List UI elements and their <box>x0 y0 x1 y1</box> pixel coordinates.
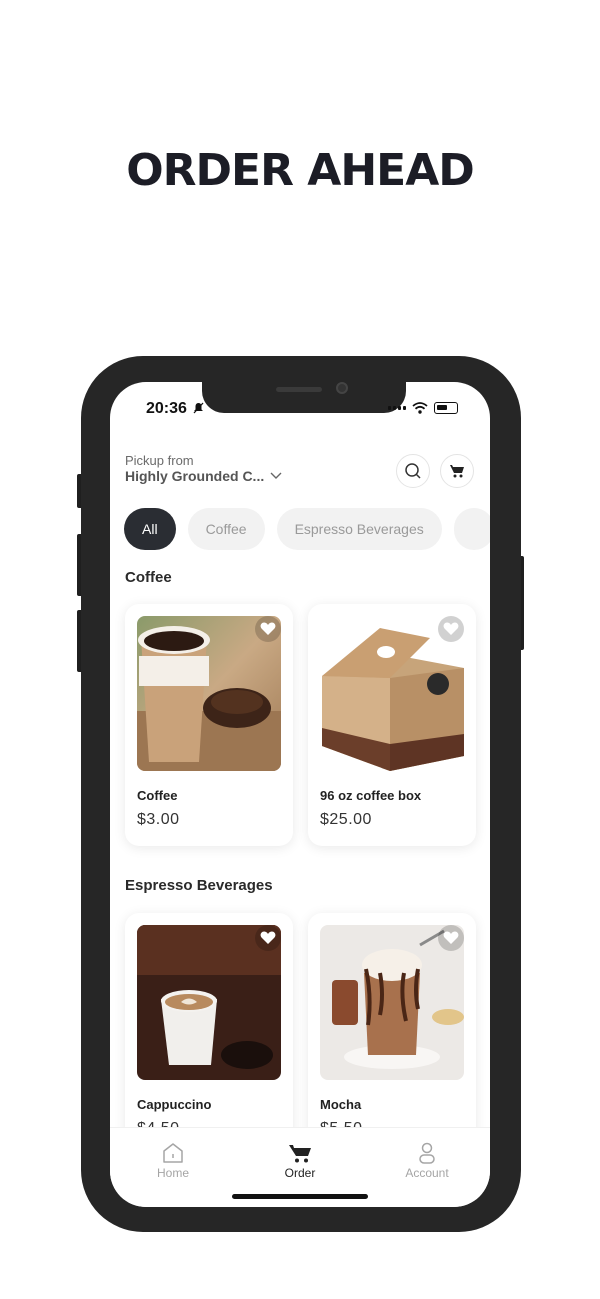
chip-espresso-beverages[interactable]: Espresso Beverages <box>276 508 442 550</box>
heart-icon <box>260 622 276 635</box>
product-card-coffee-box[interactable]: 96 oz coffee box $25.00 <box>308 604 476 846</box>
store-selector[interactable]: Highly Grounded C... <box>125 468 282 484</box>
nav-home[interactable]: Home <box>133 1142 213 1180</box>
cart-button[interactable] <box>440 454 474 488</box>
status-time-text: 20:36 <box>146 400 187 417</box>
favorite-button[interactable] <box>438 925 464 951</box>
heart-icon <box>443 931 459 944</box>
signal-icon <box>388 406 406 410</box>
nav-order[interactable]: Order <box>260 1142 340 1180</box>
wifi-icon <box>412 402 428 414</box>
product-price: $25.00 <box>320 811 372 828</box>
section-title-coffee: Coffee <box>125 569 172 586</box>
cart-icon <box>289 1145 311 1163</box>
cart-icon <box>450 465 464 478</box>
product-card-mocha[interactable]: Mocha $5.50 <box>308 913 476 1155</box>
chip-espresso-label: Espresso Beverages <box>294 521 424 537</box>
chip-all-label: All <box>142 521 158 537</box>
section-title-espresso: Espresso Beverages <box>125 877 273 894</box>
nav-account[interactable]: Account <box>387 1142 467 1180</box>
home-indicator[interactable] <box>232 1194 368 1199</box>
status-time: 20:36 <box>146 400 204 418</box>
chip-coffee-label: Coffee <box>205 521 247 537</box>
bottom-nav: Home Order Account <box>110 1127 490 1207</box>
search-button[interactable] <box>396 454 430 488</box>
product-card-cappuccino[interactable]: Cappuccino $4.50 <box>125 913 293 1155</box>
person-icon <box>419 1142 435 1164</box>
battery-icon <box>434 402 458 414</box>
bell-mute-icon <box>193 402 204 414</box>
favorite-button[interactable] <box>255 616 281 642</box>
notch <box>202 382 406 413</box>
product-name: Coffee <box>137 788 178 803</box>
pickup-label: Pickup from <box>125 453 194 468</box>
nav-home-label: Home <box>156 1166 189 1180</box>
favorite-button[interactable] <box>438 616 464 642</box>
product-card-coffee[interactable]: Coffee $3.00 <box>125 604 293 846</box>
chip-more[interactable] <box>453 508 490 550</box>
product-name: Cappuccino <box>137 1097 212 1112</box>
camera-icon <box>336 382 348 394</box>
chip-all[interactable]: All <box>124 508 176 550</box>
chevron-down-icon <box>270 472 282 479</box>
search-icon <box>405 463 421 479</box>
chip-coffee[interactable]: Coffee <box>187 508 265 550</box>
product-name: Mocha <box>320 1097 362 1112</box>
home-icon <box>163 1143 183 1163</box>
nav-account-label: Account <box>405 1166 449 1180</box>
heart-icon <box>260 931 276 944</box>
headline: ORDER AHEAD <box>126 145 475 196</box>
store-name: Highly Grounded C... <box>125 468 265 484</box>
category-chips: All Coffee Espresso Beverages <box>124 508 490 550</box>
favorite-button[interactable] <box>255 925 281 951</box>
product-price: $3.00 <box>137 811 180 828</box>
nav-order-label: Order <box>284 1166 316 1180</box>
product-name: 96 oz coffee box <box>320 788 422 803</box>
speaker <box>276 387 322 392</box>
phone-screen: 20:36 Pickup from Highly Grounded C... A… <box>110 382 490 1207</box>
status-icons <box>388 402 458 414</box>
heart-icon <box>443 622 459 635</box>
